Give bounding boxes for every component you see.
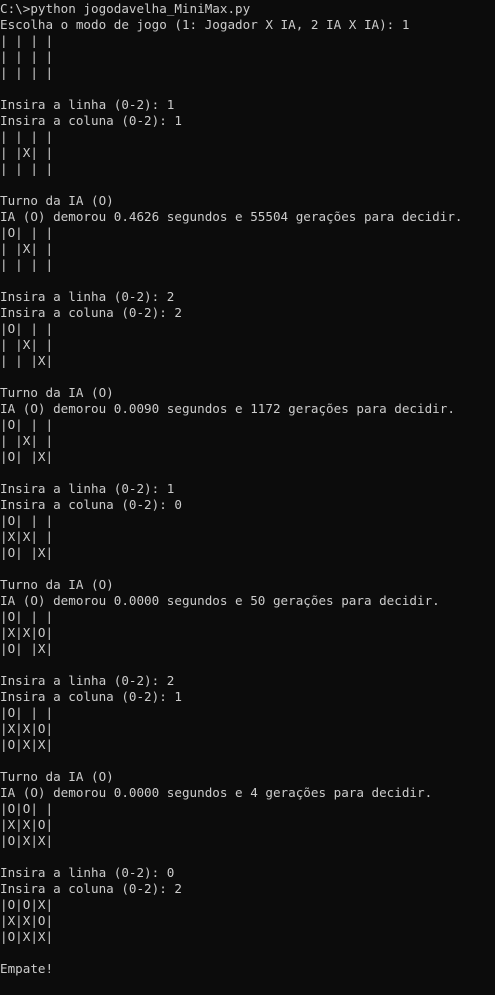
terminal-window[interactable]: C:\>python jogodavelha_MiniMax.py Escolh…	[0, 0, 495, 995]
board-row: |O| |X|	[0, 545, 54, 560]
board-row: | |X| |	[0, 241, 54, 256]
terminal-line: Insira a linha (0-2): 1	[0, 97, 175, 112]
terminal-line: Insira a coluna (0-2): 1	[0, 113, 182, 128]
terminal-line: Insira a coluna (0-2): 1	[0, 689, 182, 704]
terminal-line: Escolha o modo de jogo (1: Jogador X IA,…	[0, 17, 410, 32]
board-row: |X|X| |	[0, 529, 54, 544]
terminal-line: IA (O) demorou 0.0090 segundos e 1172 ge…	[0, 401, 455, 416]
board-row: |O| |X|	[0, 641, 54, 656]
terminal-line: Turno da IA (O)	[0, 193, 114, 208]
board-row: |O| | |	[0, 417, 54, 432]
terminal-line: Insira a linha (0-2): 2	[0, 289, 175, 304]
terminal-line: Insira a coluna (0-2): 0	[0, 497, 182, 512]
terminal-line: Turno da IA (O)	[0, 385, 114, 400]
board-row: | | | |	[0, 257, 54, 272]
terminal-line: Turno da IA (O)	[0, 577, 114, 592]
board-row: |O|O| |	[0, 801, 54, 816]
terminal-line: Insira a linha (0-2): 1	[0, 481, 175, 496]
game-result: Empate!	[0, 961, 54, 976]
board-row: |O| | |	[0, 705, 54, 720]
terminal-line: Insira a linha (0-2): 0	[0, 865, 175, 880]
terminal-line: Insira a linha (0-2): 2	[0, 673, 175, 688]
board-row: |O|O|X|	[0, 897, 54, 912]
board-row: | |X| |	[0, 145, 54, 160]
board-row: |O|X|X|	[0, 929, 54, 944]
terminal-line: Insira a coluna (0-2): 2	[0, 881, 182, 896]
board-row: | | | |	[0, 65, 54, 80]
board-row: | | | |	[0, 161, 54, 176]
board-row: |X|X|O|	[0, 913, 54, 928]
terminal-line: IA (O) demorou 0.0000 segundos e 50 gera…	[0, 593, 440, 608]
terminal-line: IA (O) demorou 0.4626 segundos e 55504 g…	[0, 209, 463, 224]
board-row: | |X| |	[0, 337, 54, 352]
board-row: | | | |	[0, 49, 54, 64]
board-row: |O| | |	[0, 225, 54, 240]
board-row: | | |X|	[0, 353, 54, 368]
board-row: |O|X|X|	[0, 833, 54, 848]
board-row: | | | |	[0, 129, 54, 144]
board-row: |X|X|O|	[0, 625, 54, 640]
board-row: |X|X|O|	[0, 817, 54, 832]
board-row: |O|X|X|	[0, 737, 54, 752]
terminal-line: IA (O) demorou 0.0000 segundos e 4 geraç…	[0, 785, 433, 800]
board-row: |O| | |	[0, 321, 54, 336]
board-row: |O| |X|	[0, 449, 54, 464]
board-row: | | | |	[0, 33, 54, 48]
terminal-line: C:\>python jogodavelha_MiniMax.py	[0, 1, 251, 16]
board-row: |O| | |	[0, 609, 54, 624]
terminal-line: Turno da IA (O)	[0, 769, 114, 784]
terminal-line: Insira a coluna (0-2): 2	[0, 305, 182, 320]
board-row: |O| | |	[0, 513, 54, 528]
board-row: | |X| |	[0, 433, 54, 448]
board-row: |X|X|O|	[0, 721, 54, 736]
